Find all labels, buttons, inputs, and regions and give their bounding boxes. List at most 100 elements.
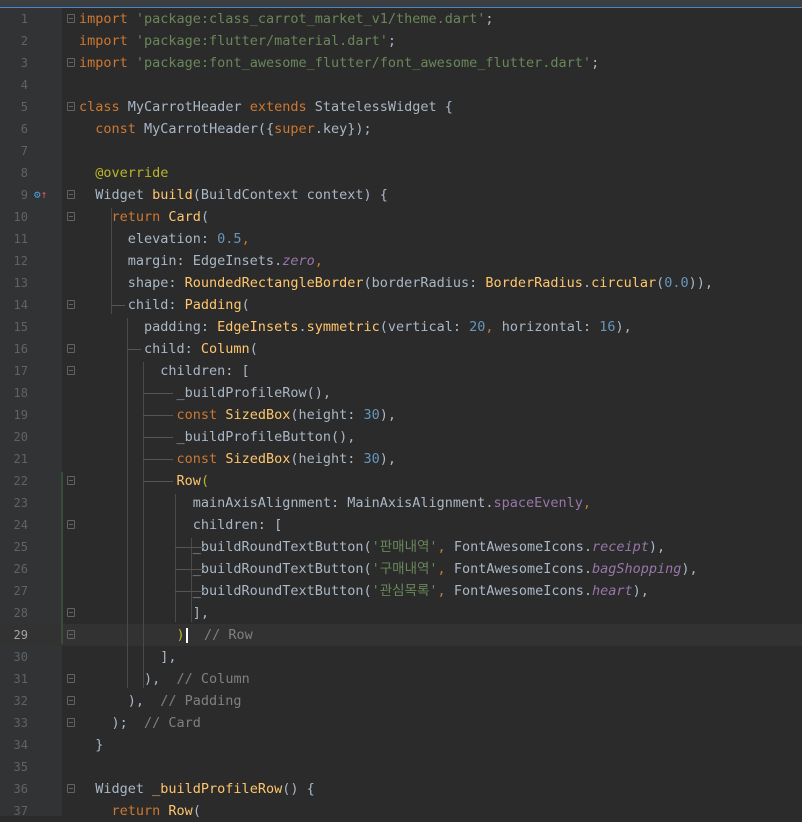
code-line[interactable]: 8 @override <box>0 162 802 184</box>
indent-guide <box>175 494 176 622</box>
code-text: Widget _buildProfileRow() { <box>79 778 314 800</box>
code-text: ), // Padding <box>79 690 242 712</box>
code-line[interactable]: 10 return Card( <box>0 206 802 228</box>
code-line[interactable]: 32 ), // Padding <box>0 690 802 712</box>
code-line[interactable]: 35 <box>0 756 802 778</box>
code-line[interactable]: 4 <box>0 74 802 96</box>
code-text: import 'package:font_awesome_flutter/fon… <box>79 52 599 74</box>
fold-marker-icon[interactable] <box>67 366 75 375</box>
line-number: 16 <box>13 342 28 356</box>
code-line[interactable]: 31 ), // Column <box>0 668 802 690</box>
code-token: // Card <box>144 715 201 731</box>
code-token: ; <box>387 33 397 49</box>
line-number: 21 <box>13 452 28 466</box>
code-token: _buildProfileButton(), <box>79 429 356 445</box>
code-line[interactable]: 6 const MyCarrotHeader({super.key}); <box>0 118 802 140</box>
fold-marker-icon[interactable] <box>67 102 75 111</box>
code-token: horizontal: <box>501 319 600 335</box>
code-token: Row <box>176 473 201 489</box>
code-line[interactable]: 17 children: [ <box>0 360 802 382</box>
code-line[interactable]: 15 padding: EdgeInsets.symmetric(vertica… <box>0 316 802 338</box>
fold-marker-icon[interactable] <box>67 14 75 23</box>
code-text: return Card( <box>79 206 210 228</box>
code-token: child: <box>79 297 185 313</box>
indent-guide <box>127 318 128 688</box>
fold-marker-icon[interactable] <box>67 58 75 67</box>
line-number: 32 <box>13 694 28 708</box>
code-token: return <box>111 209 169 225</box>
fold-marker-icon[interactable] <box>67 190 75 199</box>
code-line[interactable]: 3 import 'package:font_awesome_flutter/fo… <box>0 52 802 74</box>
code-line[interactable]: 36 Widget _buildProfileRow() { <box>0 778 802 800</box>
line-number: 9 <box>20 188 28 202</box>
code-line[interactable]: 9 ⚙↑ Widget build(BuildContext context) { <box>0 184 802 206</box>
fold-marker-icon[interactable] <box>67 476 75 485</box>
code-token: .key}); <box>314 121 372 137</box>
line-number: 23 <box>13 496 28 510</box>
line-number: 18 <box>13 386 28 400</box>
code-line[interactable]: 26 _buildRoundTextButton('구매내역', FontAwe… <box>0 558 802 580</box>
code-token: '구매내역' <box>371 561 438 577</box>
code-line[interactable]: 12 margin: EdgeInsets.zero, <box>0 250 802 272</box>
fold-marker-icon[interactable] <box>67 344 75 353</box>
code-token: FontAwesomeIcons. <box>453 561 592 577</box>
code-editor[interactable]: 1 import 'package:class_carrot_market_v1/… <box>0 8 802 819</box>
code-line[interactable]: 37 return Row( <box>0 800 802 822</box>
code-text: _buildRoundTextButton('관심목록', FontAwesom… <box>79 580 649 602</box>
code-token: 20 <box>469 319 486 335</box>
code-line[interactable]: 5 class MyCarrotHeader extends StatelessW… <box>0 96 802 118</box>
code-line[interactable]: 13 shape: RoundedRectangleBorder(borderR… <box>0 272 802 294</box>
code-token: receipt <box>591 539 649 555</box>
code-token: 'package:flutter/material.dart' <box>135 33 388 49</box>
indent-guide <box>191 538 192 622</box>
code-text: import 'package:class_carrot_market_v1/t… <box>79 8 494 30</box>
code-token: (vertical: <box>379 319 470 335</box>
vcs-change-marker[interactable] <box>61 472 63 644</box>
fold-marker-icon[interactable] <box>67 674 75 683</box>
code-line[interactable]: 20 _buildProfileButton(), <box>0 426 802 448</box>
fold-marker-icon[interactable] <box>67 630 75 639</box>
code-token: ( <box>200 473 210 489</box>
code-line[interactable]: 24 children: [ <box>0 514 802 536</box>
code-line[interactable]: 34 } <box>0 734 802 756</box>
code-line[interactable]: 7 <box>0 140 802 162</box>
code-token: ; <box>485 11 494 27</box>
code-token: symmetric <box>306 319 380 335</box>
fold-marker-icon[interactable] <box>67 718 75 727</box>
code-line[interactable]: 21 const SizedBox(height: 30), <box>0 448 802 470</box>
code-line[interactable]: 16 child: Column( <box>0 338 802 360</box>
code-token: ), <box>79 693 161 709</box>
indent-guide <box>143 362 144 688</box>
code-token: ), <box>681 561 698 577</box>
code-token: ) <box>176 627 185 643</box>
code-line[interactable]: 11 elevation: 0.5, <box>0 228 802 250</box>
code-line[interactable]: 1 import 'package:class_carrot_market_v1/… <box>0 8 802 30</box>
code-text: @override <box>79 162 168 184</box>
override-method-icon[interactable]: ⚙↑ <box>34 184 47 206</box>
fold-marker-icon[interactable] <box>67 608 75 617</box>
code-line[interactable]: 2 import 'package:flutter/material.dart'; <box>0 30 802 52</box>
code-token: ( <box>241 297 250 313</box>
code-token: EdgeInsets <box>217 319 299 335</box>
code-line[interactable]: 29 ) // Row <box>0 624 802 646</box>
code-line[interactable]: 28 ], <box>0 602 802 624</box>
fold-marker-icon[interactable] <box>67 696 75 705</box>
line-number: 27 <box>13 584 28 598</box>
line-number: 26 <box>13 562 28 576</box>
code-line[interactable]: 33 ); // Card <box>0 712 802 734</box>
code-line[interactable]: 22 Row( <box>0 470 802 492</box>
code-line[interactable]: 30 ], <box>0 646 802 668</box>
code-line[interactable]: 18 _buildProfileRow(), <box>0 382 802 404</box>
code-line[interactable]: 25 _buildRoundTextButton('판매내역', FontAwe… <box>0 536 802 558</box>
fold-marker-icon[interactable] <box>67 300 75 309</box>
code-text: ], <box>79 602 209 624</box>
code-line[interactable]: 27 _buildRoundTextButton('관심목록', FontAwe… <box>0 580 802 602</box>
fold-marker-icon[interactable] <box>67 784 75 793</box>
code-token: bagShopping <box>591 561 682 577</box>
code-line[interactable]: 23 mainAxisAlignment: MainAxisAlignment.… <box>0 492 802 514</box>
line-number: 24 <box>13 518 28 532</box>
code-line[interactable]: 19 const SizedBox(height: 30), <box>0 404 802 426</box>
fold-marker-icon[interactable] <box>67 212 75 221</box>
fold-marker-icon[interactable] <box>67 520 75 529</box>
